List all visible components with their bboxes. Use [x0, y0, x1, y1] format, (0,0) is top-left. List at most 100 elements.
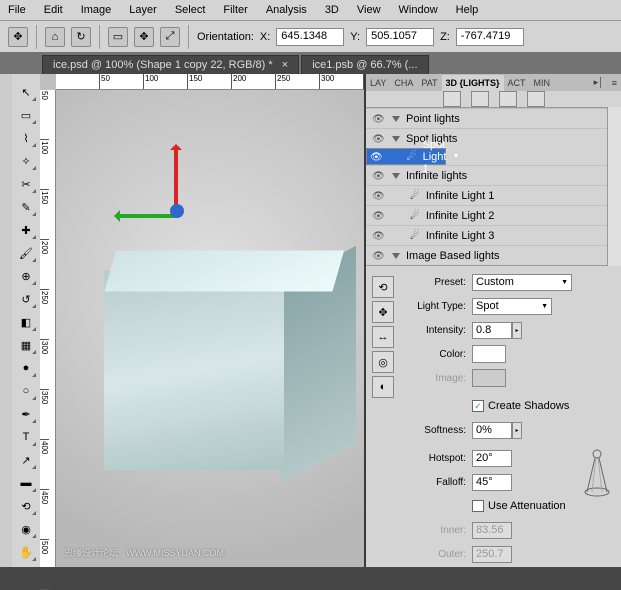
wand-tool-icon[interactable]: ✧	[15, 151, 37, 171]
light-type-select[interactable]: Spot	[472, 298, 552, 315]
mesh-filter-icon[interactable]	[471, 91, 489, 107]
menu-help[interactable]: Help	[456, 4, 479, 16]
tab-channels[interactable]: CHA	[390, 75, 417, 91]
gradient-tool-icon[interactable]: ▦	[15, 335, 37, 355]
menu-analysis[interactable]: Analysis	[266, 4, 307, 16]
use-attenuation-checkbox[interactable]	[472, 500, 484, 512]
panel-menu-icon[interactable]: ≡	[608, 75, 621, 91]
material-filter-icon[interactable]	[499, 91, 517, 107]
tab-paths[interactable]: PAT	[417, 75, 441, 91]
y-input[interactable]: 505.1057	[366, 28, 434, 46]
move-tool-icon[interactable]: ↖	[15, 82, 37, 102]
tab-ice-psd[interactable]: ice.psd @ 100% (Shape 1 copy 22, RGB/8) …	[42, 55, 299, 74]
infinite-light-2-row[interactable]: ☄Infinite Light 2	[366, 205, 607, 225]
path-tool-icon[interactable]: ↗	[15, 450, 37, 470]
lasso-tool-icon[interactable]: ⌇	[15, 128, 37, 148]
infinite-lights-header[interactable]: Infinite lights	[366, 165, 607, 185]
scrollbar[interactable]	[607, 107, 621, 266]
menu-layer[interactable]: Layer	[129, 4, 157, 16]
blur-tool-icon[interactable]: ●	[15, 358, 37, 378]
eyedropper-tool-icon[interactable]: ✎	[15, 197, 37, 217]
intensity-stepper[interactable]: ▸	[512, 322, 522, 339]
move-icon[interactable]: ✥	[134, 27, 154, 47]
3d-rotate-tool-icon[interactable]: ⟲	[15, 496, 37, 516]
disclosure-icon[interactable]	[392, 136, 400, 142]
hotspot-input[interactable]: 20°	[472, 450, 512, 467]
tab-layers[interactable]: LAY	[366, 75, 390, 91]
pen-tool-icon[interactable]: ✒	[15, 404, 37, 424]
color-swatch[interactable]	[472, 345, 506, 363]
spot-lights-header[interactable]: Spot lights	[366, 128, 607, 148]
image-based-lights-header[interactable]: Image Based lights	[366, 245, 607, 265]
visibility-icon[interactable]	[372, 190, 386, 202]
menu-edit[interactable]: Edit	[44, 4, 63, 16]
menu-view[interactable]: View	[357, 4, 381, 16]
stamp-tool-icon[interactable]: ⊕	[15, 266, 37, 286]
infinite-light-3-row[interactable]: ☄Infinite Light 3	[366, 225, 607, 245]
point-at-icon[interactable]: ◎	[372, 351, 394, 373]
tab-3d-lights[interactable]: 3D {LIGHTS}	[442, 75, 504, 91]
infinite-light-1-row[interactable]: ☄Infinite Light 1	[366, 185, 607, 205]
rotate-light-icon[interactable]: ⟲	[372, 276, 394, 298]
dodge-tool-icon[interactable]: ○	[15, 381, 37, 401]
scale-icon[interactable]: ⤢	[160, 27, 180, 47]
spot-light-1-row[interactable]: ☄Spot Light 1	[366, 148, 446, 165]
visibility-icon[interactable]	[372, 170, 386, 182]
inner-input: 83.56	[472, 522, 512, 539]
visibility-icon[interactable]	[372, 210, 386, 222]
document-tabs: ice.psd @ 100% (Shape 1 copy 22, RGB/8) …	[0, 52, 621, 74]
visibility-icon[interactable]	[372, 230, 386, 242]
softness-stepper[interactable]: ▸	[512, 422, 522, 439]
history-brush-tool-icon[interactable]: ↺	[15, 289, 37, 309]
tab-mini[interactable]: MIN	[530, 75, 555, 91]
menu-file[interactable]: File	[8, 4, 26, 16]
point-lights-header[interactable]: Point lights	[366, 108, 607, 128]
3d-orbit-tool-icon[interactable]: ◉	[15, 519, 37, 539]
tab-actions[interactable]: ACT	[504, 75, 530, 91]
z-input[interactable]: -767.4719	[456, 28, 524, 46]
crop-tool-icon[interactable]: ✂	[15, 174, 37, 194]
light-color-icon[interactable]: ◐	[372, 376, 394, 398]
ice-cube-object[interactable]	[102, 210, 362, 476]
brush-tool-icon[interactable]: 🖌	[15, 243, 37, 263]
visibility-icon[interactable]	[372, 113, 386, 125]
visibility-icon[interactable]	[372, 133, 386, 145]
tool-preset-icon[interactable]: ✥	[8, 27, 28, 47]
menu-3d[interactable]: 3D	[325, 4, 339, 16]
lights-filter-icon[interactable]	[527, 91, 545, 107]
visibility-icon[interactable]	[370, 151, 383, 163]
softness-input[interactable]: 0%	[472, 422, 512, 439]
menu-select[interactable]: Select	[175, 4, 206, 16]
menu-image[interactable]: Image	[81, 4, 112, 16]
falloff-input[interactable]: 45°	[472, 474, 512, 491]
axis-z-gizmo[interactable]	[170, 204, 184, 218]
intensity-input[interactable]: 0.8	[472, 322, 512, 339]
panel-expand-icon[interactable]: ▸│	[590, 74, 608, 91]
type-tool-icon[interactable]: T	[15, 427, 37, 447]
y-label: Y:	[350, 31, 360, 43]
visibility-icon[interactable]	[372, 250, 386, 262]
hand-tool-icon[interactable]: ✋	[15, 542, 37, 562]
slide-light-icon[interactable]: ↔	[372, 326, 394, 348]
canvas[interactable]: 思缘设计论坛 · WWW.MISSYUAN.COM	[56, 90, 364, 567]
disclosure-icon[interactable]	[392, 253, 400, 259]
disclosure-icon[interactable]	[392, 116, 400, 122]
scene-filter-icon[interactable]	[443, 91, 461, 107]
heal-tool-icon[interactable]: ✚	[15, 220, 37, 240]
axis-x-gizmo[interactable]	[116, 214, 178, 218]
collapsed-panel[interactable]	[0, 74, 12, 567]
rotate-icon[interactable]: ↻	[71, 27, 91, 47]
create-shadows-checkbox[interactable]: ✓	[472, 400, 484, 412]
pan-light-icon[interactable]: ✥	[372, 301, 394, 323]
tab-ice1-psb[interactable]: ice1.psb @ 66.7% (...	[301, 55, 428, 74]
marquee-tool-icon[interactable]: ▭	[15, 105, 37, 125]
disclosure-icon[interactable]	[392, 173, 400, 179]
eraser-tool-icon[interactable]: ◧	[15, 312, 37, 332]
preset-select[interactable]: Custom	[472, 274, 572, 291]
menu-filter[interactable]: Filter	[223, 4, 247, 16]
return-home-icon[interactable]: ⌂	[45, 27, 65, 47]
shape-tool-icon[interactable]: ▬	[15, 473, 37, 493]
menu-window[interactable]: Window	[399, 4, 438, 16]
x-input[interactable]: 645.1348	[276, 28, 344, 46]
drag-icon[interactable]: ▭	[108, 27, 128, 47]
